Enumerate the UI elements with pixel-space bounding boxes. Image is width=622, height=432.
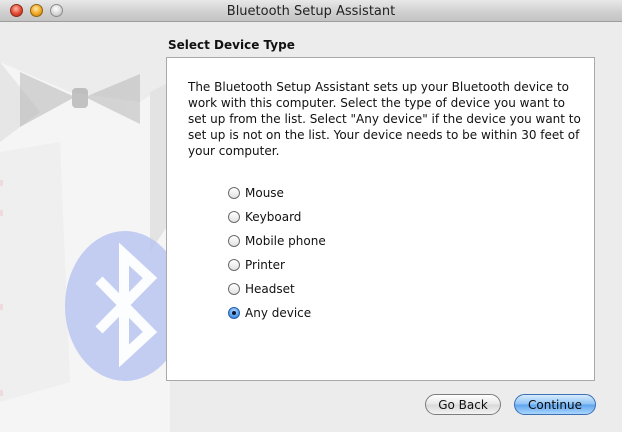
radio-button-any-device[interactable] (228, 307, 240, 319)
device-option-mouse[interactable]: Mouse (228, 181, 326, 205)
radio-button-keyboard[interactable] (228, 211, 240, 223)
instructions-text: The Bluetooth Setup Assistant sets up yo… (188, 80, 581, 158)
device-option-label: Printer (245, 258, 285, 272)
section-title: Select Device Type (168, 38, 295, 52)
device-option-label: Mobile phone (245, 234, 326, 248)
radio-button-mouse[interactable] (228, 187, 240, 199)
device-option-label: Headset (245, 282, 295, 296)
radio-button-headset[interactable] (228, 283, 240, 295)
device-option-any-device[interactable]: Any device (228, 301, 326, 325)
go-back-button[interactable]: Go Back (425, 394, 501, 415)
continue-button[interactable]: Continue (514, 394, 596, 415)
device-option-printer[interactable]: Printer (228, 253, 326, 277)
device-type-radio-group: Mouse Keyboard Mobile phone Printer Head… (228, 181, 326, 325)
device-option-label: Any device (245, 306, 312, 320)
radio-button-mobile-phone[interactable] (228, 235, 240, 247)
window-title: Bluetooth Setup Assistant (226, 4, 396, 19)
device-option-label: Keyboard (245, 210, 302, 224)
device-option-headset[interactable]: Headset (228, 277, 326, 301)
radio-button-printer[interactable] (228, 259, 240, 271)
device-option-label: Mouse (245, 186, 284, 200)
device-option-keyboard[interactable]: Keyboard (228, 205, 326, 229)
title-bar[interactable]: Bluetooth Setup Assistant (0, 0, 622, 22)
device-type-panel: The Bluetooth Setup Assistant sets up yo… (166, 57, 595, 381)
device-option-mobile-phone[interactable]: Mobile phone (228, 229, 326, 253)
setup-assistant-window: Bluetooth Setup Assistant Select Device … (0, 0, 622, 432)
